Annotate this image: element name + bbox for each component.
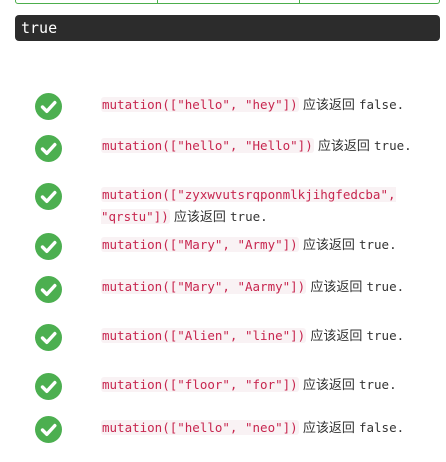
test-description: mutation(["floor", "for"]) 应该返回 true. (101, 374, 431, 396)
check-circle-icon (35, 416, 62, 443)
check-circle-icon (35, 93, 62, 120)
check-circle-icon (35, 183, 62, 210)
check-circle-icon (35, 276, 62, 303)
test-expectation: 应该返回 (173, 210, 226, 225)
test-code: mutation(["Mary", "Aarmy"]) (101, 279, 307, 294)
test-result: true. (230, 209, 268, 224)
test-code: mutation(["floor", "for"]) (101, 377, 299, 392)
output-value: true (21, 19, 58, 37)
test-expectation: 应该返回 (302, 421, 355, 436)
test-code: mutation(["hello", "neo"]) (101, 420, 299, 435)
test-description: mutation(["hello", "neo"]) 应该返回 false. (101, 417, 431, 439)
button-group-item[interactable] (16, 0, 158, 3)
test-result: true. (358, 377, 397, 392)
test-description: mutation(["Mary", "Army"]) 应该返回 true. (101, 234, 431, 256)
test-description: mutation(["hello", "hey"]) 应该返回 false. (101, 94, 431, 116)
check-circle-icon (35, 233, 62, 260)
test-code: mutation(["Alien", "line"]) (101, 328, 307, 343)
output-console: true (15, 15, 440, 41)
test-expectation: 应该返回 (317, 139, 370, 154)
test-expectation: 应该返回 (302, 98, 355, 113)
button-group-item[interactable] (300, 0, 439, 3)
test-description: mutation(["hello", "Hello"]) 应该返回 true. (101, 135, 431, 157)
test-expectation: 应该返回 (310, 280, 363, 295)
test-code: mutation(["hello", "hey"]) (101, 97, 299, 112)
test-code: mutation(["Mary", "Army"]) (101, 237, 299, 252)
button-group (15, 0, 440, 4)
test-result: true. (366, 328, 405, 343)
test-result: false. (358, 420, 405, 435)
test-result: false. (358, 97, 405, 112)
test-result: true. (358, 237, 397, 252)
test-description: mutation(["Alien", "line"]) 应该返回 true. (101, 325, 431, 347)
button-group-item[interactable] (158, 0, 300, 3)
check-circle-icon (35, 324, 62, 351)
test-code: mutation(["hello", "Hello"]) (101, 138, 314, 153)
check-circle-icon (35, 373, 62, 400)
test-expectation: 应该返回 (302, 378, 355, 393)
test-result: true. (366, 279, 405, 294)
test-description: mutation(["zyxwvutsrqponmlkjihgfedcba", … (101, 184, 431, 228)
check-circle-icon (35, 135, 62, 162)
test-expectation: 应该返回 (310, 329, 363, 344)
test-description: mutation(["Mary", "Aarmy"]) 应该返回 true. (101, 276, 431, 298)
test-expectation: 应该返回 (302, 238, 355, 253)
test-result: true. (374, 138, 412, 153)
